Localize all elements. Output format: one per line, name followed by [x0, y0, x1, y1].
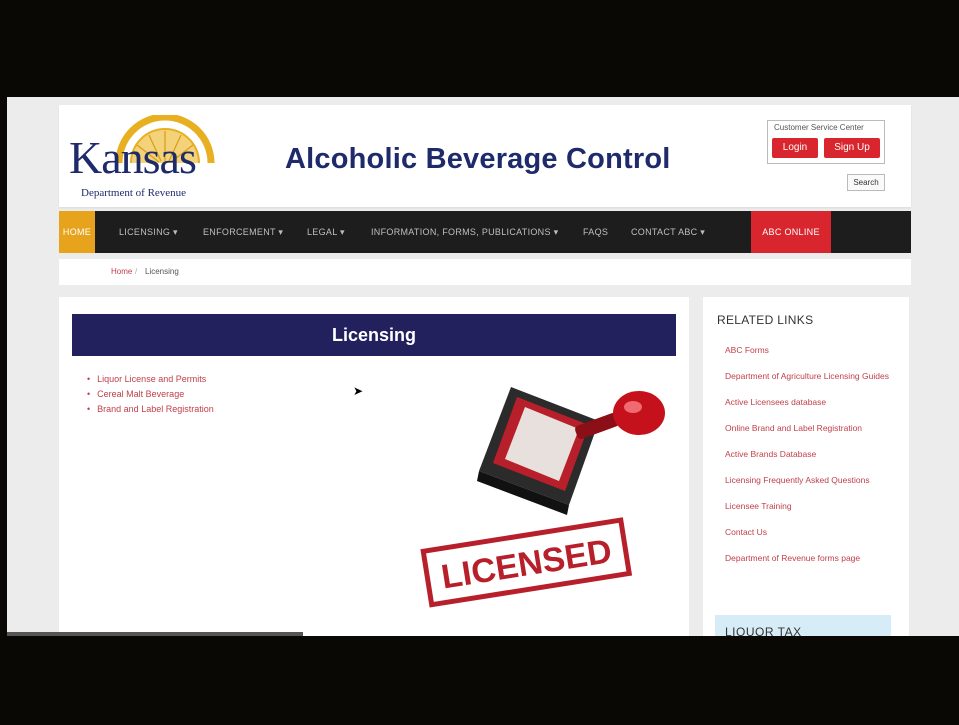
- link-contact-us[interactable]: Contact Us: [725, 525, 895, 539]
- rubber-stamp-icon: [477, 387, 665, 515]
- link-active-brands-database[interactable]: Active Brands Database: [725, 447, 895, 461]
- search-button[interactable]: Search: [847, 174, 885, 191]
- breadcrumb: Home / Licensing: [59, 259, 911, 285]
- link-active-licensees-database[interactable]: Active Licensees database: [725, 395, 895, 409]
- site-title: Alcoholic Beverage Control: [285, 143, 671, 175]
- browser-viewport: Kansas Department of Revenue Alcoholic B…: [7, 97, 959, 636]
- related-links-sidebar: RELATED LINKS ABC Forms Department of Ag…: [703, 297, 909, 636]
- related-links-list: ABC Forms Department of Agriculture Lice…: [725, 343, 895, 577]
- breadcrumb-home[interactable]: Home: [111, 267, 132, 276]
- video-letterbox-bottom: [0, 636, 959, 725]
- link-cereal-malt-beverage[interactable]: Cereal Malt Beverage: [87, 387, 214, 402]
- video-letterbox-top: [0, 0, 959, 97]
- nav-legal[interactable]: LEGAL ▾: [307, 211, 345, 253]
- page-title-banner: Licensing: [72, 314, 676, 356]
- liquor-tax-box: LIQUOR TAX: [715, 615, 891, 636]
- link-licensing-faq[interactable]: Licensing Frequently Asked Questions: [725, 473, 895, 487]
- related-links-heading: RELATED LINKS: [717, 313, 814, 327]
- link-revenue-forms-page[interactable]: Department of Revenue forms page: [725, 551, 895, 565]
- stamp-imprint-text: LICENSED: [439, 532, 615, 596]
- breadcrumb-separator: /: [135, 267, 138, 276]
- signup-button[interactable]: Sign Up: [824, 138, 880, 158]
- link-licensee-training[interactable]: Licensee Training: [725, 499, 895, 513]
- customer-service-label: Customer Service Center: [774, 123, 864, 132]
- main-content: Licensing Liquor License and Permits Cer…: [59, 297, 689, 636]
- nav-information-forms-publications[interactable]: INFORMATION, FORMS, PUBLICATIONS ▾: [371, 211, 558, 253]
- nav-home[interactable]: HOME: [59, 211, 95, 253]
- nav-faqs[interactable]: FAQS: [583, 211, 608, 253]
- nav-contact-abc[interactable]: CONTACT ABC ▾: [631, 211, 705, 253]
- link-abc-forms[interactable]: ABC Forms: [725, 343, 895, 357]
- liquor-tax-heading: LIQUOR TAX: [725, 625, 802, 636]
- link-liquor-license-permits[interactable]: Liquor License and Permits: [87, 372, 214, 387]
- link-online-brand-label-registration[interactable]: Online Brand and Label Registration: [725, 421, 895, 435]
- link-brand-label-registration[interactable]: Brand and Label Registration: [87, 402, 214, 417]
- logo-wordmark: Kansas: [69, 132, 197, 183]
- link-agriculture-licensing-guides[interactable]: Department of Agriculture Licensing Guid…: [725, 369, 895, 383]
- main-nav: HOME LICENSING ▾ ENFORCEMENT ▾ LEGAL ▾ I…: [59, 211, 911, 253]
- licensed-stamp-image: LICENSED: [420, 387, 665, 608]
- login-button[interactable]: Login: [772, 138, 818, 158]
- nav-enforcement[interactable]: ENFORCEMENT ▾: [203, 211, 283, 253]
- mouse-cursor-icon: ➤: [353, 384, 364, 398]
- site-header: Kansas Department of Revenue Alcoholic B…: [59, 105, 911, 207]
- nav-licensing[interactable]: LICENSING ▾: [119, 211, 178, 253]
- kansas-logo[interactable]: Kansas Department of Revenue: [69, 115, 219, 203]
- licensing-links: Liquor License and Permits Cereal Malt B…: [87, 372, 214, 417]
- logo-subtitle: Department of Revenue: [81, 187, 187, 199]
- nav-abc-online[interactable]: ABC ONLINE: [751, 211, 831, 253]
- customer-service-box: Customer Service Center Login Sign Up: [767, 120, 885, 164]
- breadcrumb-current: Licensing: [145, 267, 179, 276]
